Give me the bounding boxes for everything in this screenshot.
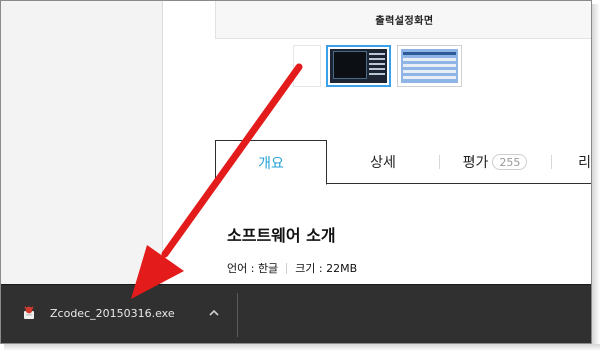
frame-shadow-right	[592, 4, 600, 351]
screenshot-preview-panel: 출력설정화면	[215, 1, 591, 39]
thumbnail-2[interactable]	[397, 45, 462, 87]
language-label: 언어 : 한글	[227, 262, 279, 275]
tab-partial[interactable]: 리	[551, 140, 591, 184]
tab-overview[interactable]: 개요	[215, 140, 327, 185]
thumbnail-prev-placeholder[interactable]	[293, 45, 321, 87]
frame-shadow-bottom	[4, 344, 600, 351]
tab-partial-label: 리	[578, 155, 591, 171]
thumbnail-1-image	[330, 49, 387, 83]
size-label: 크기 : 22MB	[295, 262, 358, 275]
download-divider	[237, 293, 238, 337]
meta-divider	[286, 262, 288, 274]
tab-reviews[interactable]: 평가 255	[439, 140, 551, 184]
download-item[interactable]: Zcodec_20150316.exe	[1, 285, 237, 343]
download-shelf: Zcodec_20150316.exe	[1, 284, 591, 343]
browser-window: 출력설정화면 개요 상세 평가 255 리 소프트웨어 소개 언어: 한글 크…	[0, 0, 592, 344]
tab-overview-label: 개요	[258, 155, 284, 172]
tab-reviews-label: 평가	[462, 155, 489, 171]
installer-icon	[24, 306, 34, 319]
review-count-badge: 255	[492, 154, 528, 170]
thumbnail-2-image	[401, 49, 458, 83]
detail-tabs: 개요 상세 평가 255 리	[215, 140, 591, 185]
download-filename: Zcodec_20150316.exe	[50, 307, 175, 320]
tab-details[interactable]: 상세	[327, 140, 439, 184]
thumbnail-1[interactable]	[326, 45, 391, 87]
preview-caption: 출력설정화면	[375, 16, 434, 27]
software-meta: 언어 : 한글 크기 : 22MB	[227, 260, 357, 276]
left-gutter	[1, 1, 163, 284]
section-title: 소프트웨어 소개	[227, 226, 336, 245]
chevron-up-icon[interactable]	[207, 307, 221, 319]
tab-details-label: 상세	[370, 155, 396, 171]
